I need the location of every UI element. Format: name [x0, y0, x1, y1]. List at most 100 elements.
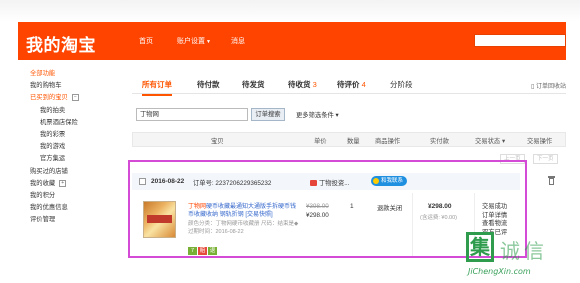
nav-home-label: 首页 — [139, 38, 153, 45]
tab-all-orders[interactable]: 所有订单 — [142, 79, 172, 96]
service-tag[interactable]: 7 — [188, 247, 197, 255]
top-navigation-bar: 我的淘宝 首页 账户设置▼ 消息 — [18, 22, 566, 60]
expand-icon[interactable]: + — [59, 179, 67, 187]
view-logistics-link[interactable]: 查看物流 — [482, 220, 507, 229]
tab-label: 待收货 — [288, 80, 311, 89]
collapse-icon[interactable]: − — [71, 94, 79, 102]
sidebar-item-label: 我的收藏 — [30, 179, 56, 187]
unit-price: ¥298.00 — [306, 212, 329, 219]
order-details-link[interactable]: 订单详情 — [482, 212, 507, 221]
column-divider — [412, 193, 413, 256]
next-page-button[interactable]: 下一页 — [533, 154, 558, 164]
contact-seller-label: 和我联系 — [381, 178, 404, 184]
my-taobao-logo[interactable]: 我的淘宝 — [26, 31, 96, 56]
recycle-bin-link[interactable]: ▯ 订单回收站 — [531, 81, 566, 90]
sidebar: 全部功能 我的购物车 已买到的宝贝 − 我的拍卖 机票酒店保险 我的彩票 我的游戏… — [30, 68, 125, 226]
nav-messages-label: 消息 — [231, 38, 245, 45]
nav-account-settings[interactable]: 账户设置▼ — [177, 36, 211, 46]
sidebar-item-consolidation[interactable]: 官方集运 — [30, 153, 125, 165]
shop-name: 丁物投资... — [319, 180, 350, 187]
tab-pending-shipment[interactable]: 待发货 — [242, 79, 265, 90]
order-search-button[interactable]: 订单搜索 — [251, 108, 285, 121]
tab-label: 分阶段 — [390, 80, 413, 89]
page-top-shadow — [0, 0, 580, 22]
shop-icon — [310, 180, 317, 187]
sidebar-item-label: 全部功能 — [30, 70, 56, 77]
sidebar-item-all-functions[interactable]: 全部功能 — [30, 68, 125, 80]
chevron-down-icon: ▾ — [501, 138, 506, 145]
col-header-unit-price: 单价 — [314, 138, 327, 145]
more-filters-toggle[interactable]: 更多筛选条件 ▾ — [296, 110, 339, 119]
sidebar-item-label: 官方集运 — [40, 155, 66, 163]
shipping-fee-note: (含运费: ¥0.00) — [420, 215, 457, 221]
nav-messages-link[interactable]: 消息 — [231, 36, 245, 46]
product-title-link[interactable]: 丁物网硬币收藏最通知大通版手拆硬币钱币收藏收纳 钢轨折钢 [交易快照] — [188, 203, 300, 219]
tab-label: 待付款 — [197, 80, 220, 89]
sidebar-item-bought-items[interactable]: 已买到的宝贝 − — [30, 92, 125, 104]
watermark-url: JiChengXin.com — [468, 267, 531, 276]
sidebar-item-auctions[interactable]: 我的拍卖 — [30, 105, 125, 117]
watermark-text: 诚信 — [500, 239, 548, 263]
product-attributes: 颜色分类：丁物网硬币收藏册 尺码：结束是◆ 过期时间：2016-08-22 — [188, 221, 299, 235]
col-header-item-action: 商品操作 — [375, 138, 401, 145]
sidebar-item-label: 我的拍卖 — [40, 106, 66, 114]
service-tags: 7赔退 — [188, 247, 218, 255]
sidebar-item-label: 我的游戏 — [40, 143, 66, 151]
recycle-bin-label: 订单回收站 — [535, 84, 566, 90]
tab-pending-review[interactable]: 待评价 4 — [337, 79, 366, 90]
col-header-trade-status-label: 交易状态 — [475, 138, 501, 145]
sidebar-item-favorites[interactable]: 我的收藏 + — [30, 178, 125, 190]
tab-pending-receipt[interactable]: 待收货 3 — [288, 79, 317, 90]
tab-label: 所有订单 — [142, 80, 172, 89]
sidebar-item-points[interactable]: 我的积分 — [30, 190, 125, 202]
col-header-trade-action: 交易操作 — [527, 138, 553, 145]
order-search-input[interactable]: 丁物网 — [136, 108, 248, 121]
sidebar-item-label: 我的购物车 — [30, 82, 62, 90]
tab-pending-payment[interactable]: 待付款 — [197, 79, 220, 90]
service-tag[interactable]: 赔 — [198, 247, 207, 255]
col-header-paid: 实付款 — [430, 138, 449, 145]
order-select-checkbox[interactable] — [139, 178, 146, 185]
sidebar-item-label: 机票酒店保险 — [40, 118, 78, 126]
contact-seller-button[interactable]: 和我联系 — [371, 176, 408, 186]
order-tabs: 所有订单 待付款 待发货 待收货 3 待评价 4 分阶段 ▯ 订单回收站 — [132, 76, 566, 96]
sidebar-item-reviews[interactable]: 评价管理 — [30, 214, 125, 226]
trash-icon[interactable] — [548, 176, 555, 185]
top-search-input[interactable] — [474, 34, 566, 47]
sidebar-item-label: 评价管理 — [30, 216, 56, 224]
total-paid: ¥298.00 — [428, 203, 452, 210]
tab-staged[interactable]: 分阶段 — [390, 79, 413, 90]
watermark: 集 诚信 JiChengXin.com — [464, 232, 576, 282]
sidebar-item-coupons[interactable]: 我的优惠信息 — [30, 202, 125, 214]
trade-status-text: 交易成功 — [482, 203, 508, 210]
sidebar-item-travel[interactable]: 机票酒店保险 — [30, 117, 125, 129]
nav-account-settings-label: 账户设置 — [177, 38, 205, 45]
col-header-quantity: 数量 — [347, 138, 360, 145]
service-tag[interactable]: 退 — [208, 247, 217, 255]
sidebar-item-label: 已买到的宝贝 — [30, 94, 68, 102]
original-price: ¥398.00 — [306, 203, 329, 210]
product-thumbnail[interactable] — [143, 201, 176, 238]
sidebar-item-games[interactable]: 我的游戏 — [30, 141, 125, 153]
quantity: 1 — [350, 203, 354, 210]
order-table-header: 宝贝 单价 数量 商品操作 实付款 交易状态 ▾ 交易操作 — [132, 132, 566, 147]
product-action-status: 退款关闭 — [377, 205, 403, 212]
sidebar-item-label: 我的积分 — [30, 191, 56, 199]
tab-count: 4 — [361, 80, 366, 89]
recycle-bin-icon: ▯ — [531, 84, 535, 90]
sidebar-item-label: 购买过的店铺 — [30, 167, 68, 175]
sidebar-item-label: 我的彩票 — [40, 130, 66, 138]
tab-count: 3 — [312, 80, 317, 89]
wangwang-icon — [373, 177, 379, 184]
sidebar-item-cart[interactable]: 我的购物车 — [30, 80, 125, 92]
col-header-trade-status[interactable]: 交易状态 ▾ — [475, 136, 505, 145]
col-header-item: 宝贝 — [211, 138, 224, 145]
tab-label: 待发货 — [242, 80, 265, 89]
shop-name-link[interactable]: 丁物投资... — [310, 178, 349, 187]
sidebar-item-purchased-shops[interactable]: 购买过的店铺 — [30, 166, 125, 178]
order-number: 订单号: 2237206229365232 — [193, 180, 272, 187]
tab-label: 待评价 — [337, 80, 360, 89]
nav-home-link[interactable]: 首页 — [139, 36, 153, 46]
sidebar-item-lottery[interactable]: 我的彩票 — [30, 129, 125, 141]
order-date: 2016-08-22 — [151, 178, 185, 185]
